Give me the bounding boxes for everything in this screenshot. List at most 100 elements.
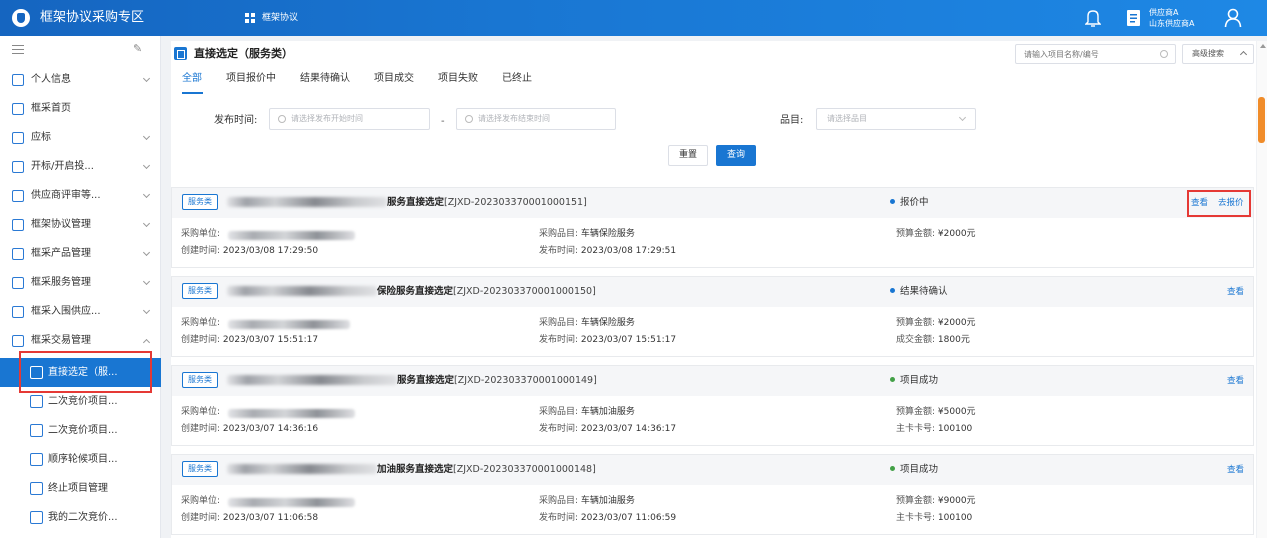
buyer-info-label: 采购单位: xyxy=(181,318,221,328)
sidebar-menu-item[interactable]: 框采服务管理 xyxy=(0,270,161,296)
category-info-label: 采购品目: xyxy=(539,496,579,506)
record-title-text: 服务直接选定 xyxy=(397,375,455,386)
advanced-search-button[interactable]: 高级搜索 xyxy=(1182,44,1254,64)
grid-icon[interactable] xyxy=(245,13,255,23)
view-link[interactable]: 查看 xyxy=(1227,464,1244,476)
query-button[interactable]: 查询 xyxy=(716,145,756,166)
record-title[interactable]: 服务直接选定[ZJXD-202303370001000149] xyxy=(397,374,597,388)
buyer-info: 采购单位: xyxy=(181,495,220,508)
sidebar-sub-item[interactable]: 顺序轮候项目... xyxy=(0,445,161,474)
created-time-label: 创建时间: xyxy=(181,513,221,523)
category-info: 采购品目: 车辆保险服务 xyxy=(539,228,635,241)
top-bar: 框架协议采购专区 框架协议 供应商A 山东供应商A xyxy=(0,0,1267,36)
status-tab[interactable]: 项目报价中 xyxy=(226,72,276,86)
record-title-text: 服务直接选定 xyxy=(387,197,445,208)
publish-start-date[interactable]: 请选择发布开始时间 xyxy=(269,108,430,130)
sidebar-menu-item[interactable]: 框采入围供应... xyxy=(0,299,161,325)
category-info-label: 采购品目: xyxy=(539,318,579,328)
document-icon[interactable] xyxy=(1126,9,1142,27)
publish-time-label: 发布时间: xyxy=(539,424,579,434)
reset-button[interactable]: 重置 xyxy=(668,145,708,166)
publish-time-label: 发布时间: xyxy=(539,335,579,345)
search-input[interactable] xyxy=(1024,47,1154,61)
sidebar-menu-item[interactable]: 开标/开启投... xyxy=(0,154,161,180)
buyer-info-label: 采购单位: xyxy=(181,496,221,506)
sidebar-menu-item[interactable]: 供应商评审等... xyxy=(0,183,161,209)
category-select[interactable]: 请选择品目 xyxy=(816,108,976,130)
extra-info: 主卡卡号: 100100 xyxy=(896,423,972,436)
sidebar-sub-item[interactable]: 二次竞价项目... xyxy=(0,416,161,445)
publish-time: 发布时间: 2023/03/07 11:06:59 xyxy=(539,512,676,525)
view-link[interactable]: 查看 xyxy=(1227,286,1244,298)
sidebar-menu-item[interactable]: 框采产品管理 xyxy=(0,241,161,267)
category-info-label: 采购品目: xyxy=(539,407,579,417)
sidebar-menu-item[interactable]: 应标 xyxy=(0,125,161,151)
redacted-buyer xyxy=(228,231,355,240)
highlight-box-actions xyxy=(1187,190,1251,217)
publish-time-value: 2023/03/08 17:29:51 xyxy=(580,246,677,256)
status-dot-icon xyxy=(890,466,895,471)
record-title-text: 加油服务直接选定 xyxy=(377,464,454,475)
user-info[interactable]: 供应商A 山东供应商A xyxy=(1149,7,1194,29)
buyer-info: 采购单位: xyxy=(181,406,220,419)
sidebar-menu-item[interactable]: 个人信息 xyxy=(0,67,161,93)
page-title: 直接选定（服务类） xyxy=(194,47,293,60)
view-link[interactable]: 查看 xyxy=(1227,375,1244,387)
category-info-value: 车辆加油服务 xyxy=(580,407,635,417)
sidebar-sub-item[interactable]: 终止项目管理 xyxy=(0,474,161,503)
buyer-info-label: 采购单位: xyxy=(181,407,221,417)
sub-item-label: 我的二次竞价... xyxy=(48,512,118,523)
status-dot-icon xyxy=(890,288,895,293)
status-tab[interactable]: 结果待确认 xyxy=(300,72,350,86)
status-text: 结果待确认 xyxy=(900,286,948,297)
menu-item-label: 框采入围供应... xyxy=(31,306,101,317)
buyer-info: 采购单位: xyxy=(181,228,220,241)
status-tab[interactable]: 已终止 xyxy=(502,72,532,86)
user-icon[interactable] xyxy=(1224,8,1242,28)
status-tab[interactable]: 项目成交 xyxy=(374,72,414,86)
date-separator: - xyxy=(441,116,445,127)
chevron-down-icon xyxy=(142,248,151,257)
budget-info: 预算金额: ¥2000元 xyxy=(896,228,976,241)
pin-icon[interactable]: ✎ xyxy=(133,42,142,55)
record-title-text: 保险服务直接选定 xyxy=(377,286,454,297)
status-tab[interactable]: 项目失败 xyxy=(438,72,478,86)
menu-toggle-icon[interactable] xyxy=(12,45,24,54)
status-tab[interactable]: 全部 xyxy=(182,72,202,86)
record-title[interactable]: 加油服务直接选定[ZJXD-202303370001000148] xyxy=(377,463,596,477)
category-info-value: 车辆加油服务 xyxy=(580,496,635,506)
nav-framework-agreement[interactable]: 框架协议 xyxy=(262,11,298,25)
created-time-value: 2023/03/08 17:29:50 xyxy=(222,246,319,256)
sidebar-sub-item[interactable]: 我的二次竞价... xyxy=(0,503,161,532)
publish-time-value: 2023/03/07 14:36:17 xyxy=(580,424,677,434)
sidebar-menu-item[interactable]: 框架协议管理 xyxy=(0,212,161,238)
record-card: 服务类 保险服务直接选定[ZJXD-202303370001000150] 结果待确… xyxy=(171,276,1254,357)
search-icon[interactable] xyxy=(1160,50,1168,58)
extra-info-label: 成交金额: xyxy=(896,335,936,345)
menu-item-icon xyxy=(12,132,24,144)
project-search[interactable] xyxy=(1015,44,1176,64)
category-tag: 服务类 xyxy=(182,283,218,299)
category-info: 采购品目: 车辆加油服务 xyxy=(539,495,635,508)
record-card-header: 服务类 服务直接选定[ZJXD-202303370001000151] 报价中 查看去… xyxy=(172,188,1253,218)
record-title[interactable]: 保险服务直接选定[ZJXD-202303370001000150] xyxy=(377,285,596,299)
sidebar-toolbar: ✎ xyxy=(0,36,161,62)
publish-end-date[interactable]: 请选择发布结束时间 xyxy=(456,108,616,130)
chevron-down-icon xyxy=(958,113,967,122)
record-title[interactable]: 服务直接选定[ZJXD-202303370001000151] xyxy=(387,196,587,210)
publish-time-value: 2023/03/07 15:51:17 xyxy=(580,335,677,345)
bell-icon[interactable] xyxy=(1085,8,1101,28)
budget-info: 预算金额: ¥5000元 xyxy=(896,406,976,419)
record-status: 结果待确认 xyxy=(890,285,948,299)
sub-item-icon xyxy=(30,453,43,466)
scrollbar-thumb[interactable] xyxy=(1258,97,1265,143)
advanced-search-label: 高级搜索 xyxy=(1192,49,1224,58)
sidebar: ✎ 个人信息框采首页应标开标/开启投... 供应商评审等... 框架协议管理 框采产品… xyxy=(0,36,161,538)
sidebar-menu-item[interactable]: 框采首页 xyxy=(0,96,161,122)
budget-info-value: ¥2000元 xyxy=(937,229,976,239)
status-text: 项目成功 xyxy=(900,375,939,386)
publish-time-label: 发布时间: xyxy=(539,246,579,256)
scroll-up-arrow-icon[interactable] xyxy=(1260,44,1266,48)
status-dot-icon xyxy=(890,199,895,204)
budget-info-value: ¥9000元 xyxy=(937,496,976,506)
